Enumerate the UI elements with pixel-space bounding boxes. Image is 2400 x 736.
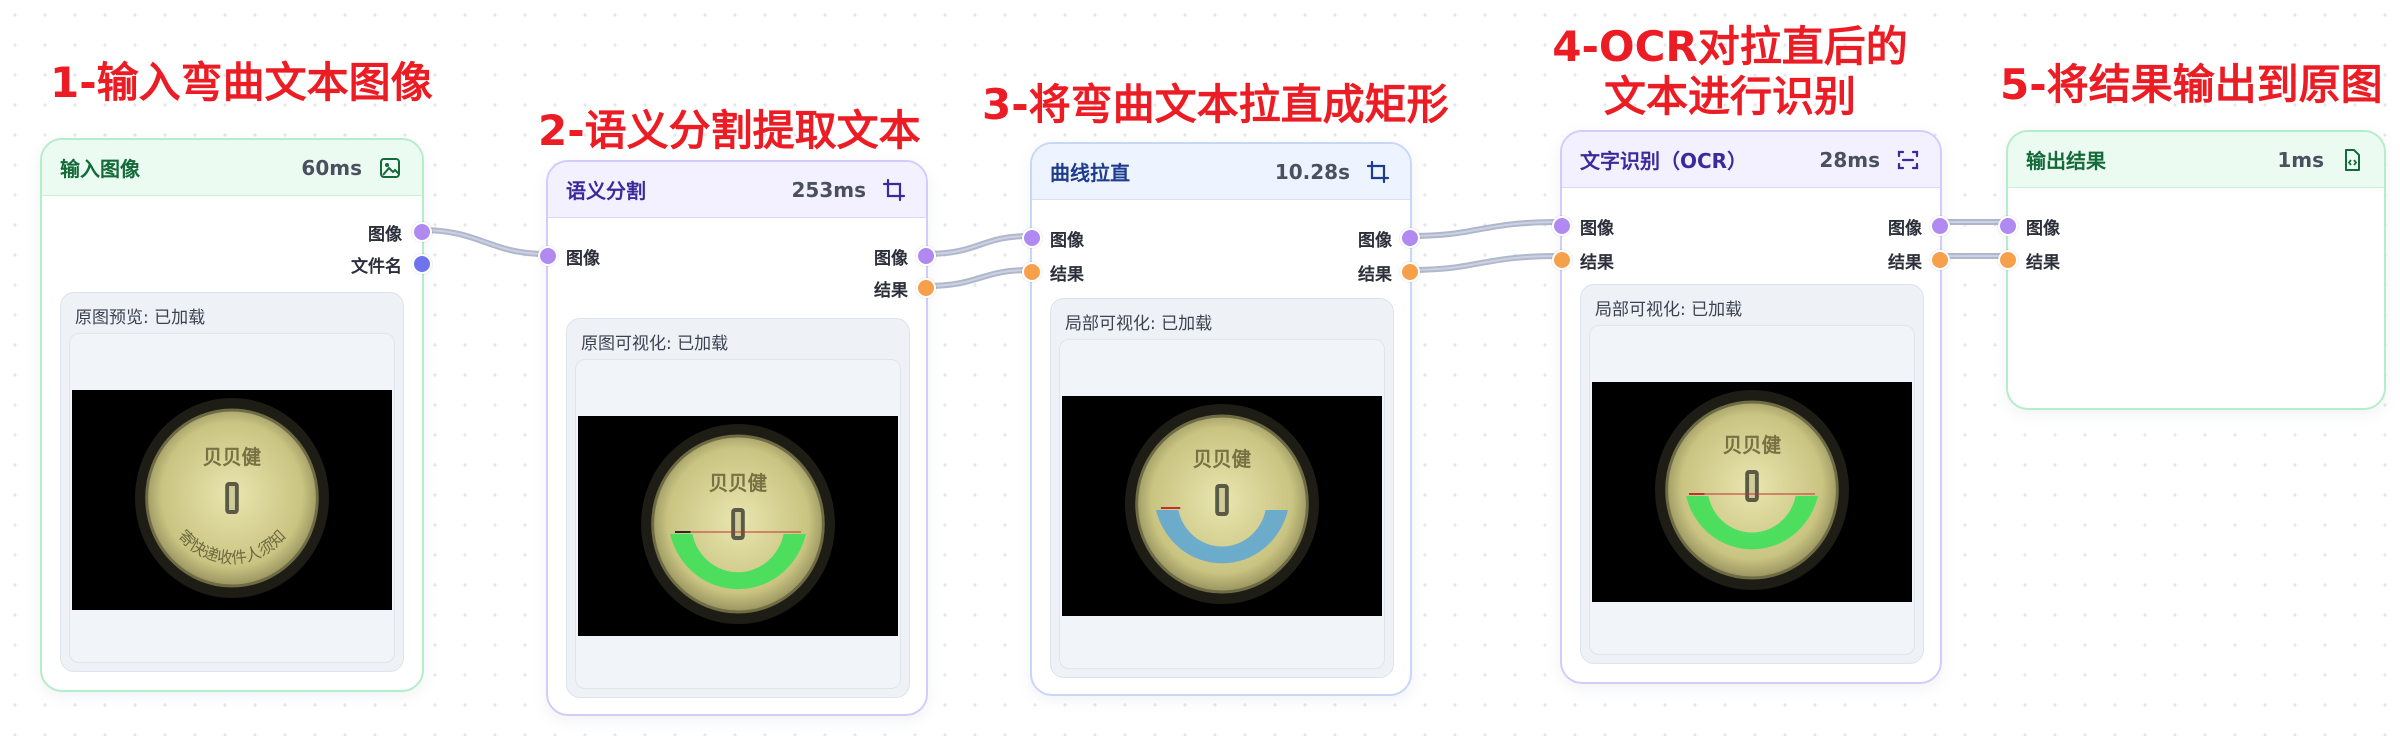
input-port-result[interactable] [1998,250,2018,270]
node-header[interactable]: 语义分割 253ms [548,162,926,218]
preview-label: 局部可视化: 已加载 [1065,314,1213,334]
node-curve-straighten[interactable]: 曲线拉直 10.28s 图像 结果 图像 结果 局部可视化: 已加载 贝贝健 [1022,142,1420,696]
input-port-result[interactable] [1552,250,1572,270]
input-label-image: 图像 [2026,219,2060,239]
node-time: 253ms [791,177,867,202]
svg-text:贝贝健: 贝贝健 [709,472,767,495]
input-label-result: 结果 [2026,253,2060,273]
preview-panel: 原图可视化: 已加载 贝贝健 [566,318,910,698]
svg-text:贝贝健: 贝贝健 [203,446,261,469]
node-semantic-segmentation[interactable]: 语义分割 253ms 图像 图像 结果 原图可视化: 已加载 贝贝健 [538,160,936,716]
node-time: 60ms [301,155,362,180]
output-port-image[interactable] [916,246,936,266]
input-label-image: 图像 [1050,231,1084,251]
output-port-result[interactable] [1400,262,1420,282]
image-icon[interactable] [378,156,402,180]
output-port-image[interactable] [1930,216,1950,236]
preview-label: 原图预览: 已加载 [75,308,206,328]
output-port-image[interactable] [1400,228,1420,248]
node-header[interactable]: 曲线拉直 10.28s [1032,144,1410,200]
coin-image-original: 贝贝健 寄快递收件人须知 [72,390,392,610]
node-header[interactable]: 输入图像 60ms [42,140,422,196]
preview-frame: 贝贝健 [575,359,901,689]
preview-panel: 局部可视化: 已加载 贝贝健 [1050,298,1394,678]
output-label-result: 结果 [874,281,908,301]
input-label-image: 图像 [1580,219,1614,239]
preview-frame: 贝贝健 [1589,325,1915,655]
coin-image-ocr: 贝贝健 [1592,382,1912,602]
input-label-result: 结果 [1050,265,1084,285]
node-title: 输入图像 [60,157,140,181]
preview-panel: 原图预览: 已加载 贝贝健 寄快递收件人须知 [60,292,404,672]
output-port-image[interactable] [412,222,432,242]
node-title: 文字识别（OCR） [1580,149,1748,173]
output-label-image: 图像 [1888,219,1922,239]
node-output-result[interactable]: 输出结果 1ms 图像 结果 [1998,130,2386,410]
preview-frame: 贝贝健 [1059,339,1385,669]
output-label-image: 图像 [368,225,402,245]
node-title: 语义分割 [566,179,646,203]
output-label-result: 结果 [1888,253,1922,273]
node-time: 1ms [2277,147,2324,172]
output-label-image: 图像 [874,249,908,269]
output-label-result: 结果 [1358,265,1392,285]
input-port-result[interactable] [1022,262,1042,282]
output-port-result[interactable] [1930,250,1950,270]
crop-icon[interactable] [882,178,906,202]
coin-image-straightened: 贝贝健 [1062,396,1382,616]
preview-panel: 局部可视化: 已加载 贝贝健 [1580,284,1924,664]
output-port-result[interactable] [916,278,936,298]
input-port-image[interactable] [538,246,558,266]
node-header[interactable]: 输出结果 1ms [2008,132,2384,188]
crop-icon[interactable] [1366,160,1390,184]
coin-image-segmented: 贝贝健 [578,416,898,636]
input-port-image[interactable] [1998,216,2018,236]
input-label-result: 结果 [1580,253,1614,273]
node-time: 10.28s [1274,159,1350,184]
file-code-icon[interactable] [2340,148,2364,172]
preview-frame: 贝贝健 寄快递收件人须知 [69,333,395,663]
svg-text:贝贝健: 贝贝健 [1193,448,1251,471]
node-time: 28ms [1819,147,1880,172]
preview-label: 原图可视化: 已加载 [581,334,729,354]
preview-label: 局部可视化: 已加载 [1595,300,1743,320]
input-port-image[interactable] [1022,228,1042,248]
output-label-filename: 文件名 [351,257,402,277]
svg-text:贝贝健: 贝贝健 [1723,434,1781,457]
input-label-image: 图像 [566,249,600,269]
output-label-image: 图像 [1358,231,1392,251]
output-port-filename[interactable] [412,254,432,274]
scan-icon[interactable] [1896,148,1920,172]
node-input-image[interactable]: 输入图像 60ms 图像 文件名 原图预览: 已加载 贝贝健 寄快递收件人须知 [40,138,432,692]
input-port-image[interactable] [1552,216,1572,236]
node-title: 曲线拉直 [1050,161,1130,185]
node-title: 输出结果 [2026,149,2106,173]
node-header[interactable]: 文字识别（OCR） 28ms [1562,132,1940,188]
node-ocr[interactable]: 文字识别（OCR） 28ms 图像 结果 图像 结果 局部可视化: 已加载 贝贝… [1552,130,1950,684]
